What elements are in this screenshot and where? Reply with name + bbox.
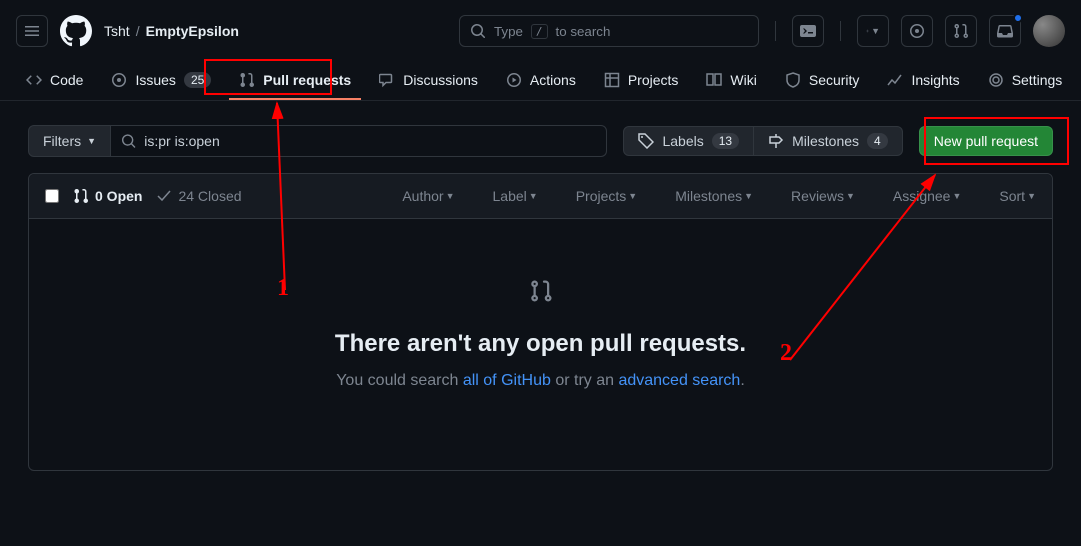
user-avatar[interactable] xyxy=(1033,15,1065,47)
check-icon xyxy=(156,188,172,204)
assignee-filter[interactable]: Assignee ▼ xyxy=(893,188,962,204)
notifications-button[interactable] xyxy=(989,15,1021,47)
git-pull-request-icon xyxy=(953,23,969,39)
breadcrumb-owner[interactable]: Tsht xyxy=(104,23,130,39)
label-filter[interactable]: Label ▼ xyxy=(493,188,538,204)
pr-search-wrap[interactable] xyxy=(111,125,607,157)
nav-code-label: Code xyxy=(50,72,83,88)
nav-issues[interactable]: Issues 25 xyxy=(101,62,221,100)
issues-count: 25 xyxy=(184,72,211,88)
advanced-search-link[interactable]: advanced search xyxy=(618,372,740,389)
nav-wiki-label: Wiki xyxy=(730,72,756,88)
closed-tab[interactable]: 24 Closed xyxy=(156,188,241,204)
divider xyxy=(840,21,841,41)
breadcrumb-separator: / xyxy=(136,23,140,39)
dot-circle-icon xyxy=(909,23,925,39)
nav-insights[interactable]: Insights xyxy=(877,62,969,100)
empty-title: There aren't any open pull requests. xyxy=(69,330,1012,358)
labels-label: Labels xyxy=(662,133,703,149)
global-search[interactable]: Type / to search xyxy=(459,15,759,47)
chevron-down-icon: ▼ xyxy=(87,136,96,146)
issues-global-button[interactable] xyxy=(901,15,933,47)
graph-icon xyxy=(887,72,903,88)
filters-button[interactable]: Filters ▼ xyxy=(28,125,111,157)
open-count-label: 0 Open xyxy=(95,188,142,204)
nav-actions[interactable]: Actions xyxy=(496,62,586,100)
milestones-count: 4 xyxy=(867,133,888,149)
milestones-label: Milestones xyxy=(792,133,859,149)
nav-projects[interactable]: Projects xyxy=(594,62,689,100)
empty-state: There aren't any open pull requests. You… xyxy=(29,219,1052,470)
pr-search-input[interactable] xyxy=(144,133,596,149)
all-github-link[interactable]: all of GitHub xyxy=(463,372,551,389)
pull-requests-global-button[interactable] xyxy=(945,15,977,47)
git-pull-request-icon xyxy=(239,72,255,88)
gear-icon xyxy=(988,72,1004,88)
open-tab[interactable]: 0 Open xyxy=(73,188,142,204)
search-prefix: Type xyxy=(494,24,523,39)
inbox-icon xyxy=(997,23,1013,39)
table-icon xyxy=(604,72,620,88)
milestone-icon xyxy=(768,133,784,149)
play-icon xyxy=(506,72,522,88)
github-icon xyxy=(60,15,92,47)
git-pull-request-icon xyxy=(73,188,89,204)
hamburger-icon xyxy=(24,23,40,39)
sort-filter[interactable]: Sort ▼ xyxy=(999,188,1036,204)
hamburger-menu-button[interactable] xyxy=(16,15,48,47)
breadcrumb: Tsht / EmptyEpsilon xyxy=(104,23,239,39)
nav-issues-label: Issues xyxy=(135,72,175,88)
nav-discussions-label: Discussions xyxy=(403,72,478,88)
nav-security[interactable]: Security xyxy=(775,62,870,100)
search-key: / xyxy=(531,24,548,39)
github-logo[interactable] xyxy=(60,15,92,47)
nav-security-label: Security xyxy=(809,72,860,88)
nav-discussions[interactable]: Discussions xyxy=(369,62,488,100)
nav-actions-label: Actions xyxy=(530,72,576,88)
select-all-checkbox[interactable] xyxy=(45,189,59,203)
chevron-down-icon: ▼ xyxy=(871,26,880,36)
plus-icon xyxy=(866,24,869,38)
filters-label: Filters xyxy=(43,133,81,149)
issue-icon xyxy=(111,72,127,88)
empty-subtitle: You could search all of GitHub or try an… xyxy=(69,372,1012,390)
milestones-button[interactable]: Milestones 4 xyxy=(754,126,903,156)
shield-icon xyxy=(785,72,801,88)
git-pull-request-icon xyxy=(529,279,553,310)
code-icon xyxy=(26,72,42,88)
command-icon xyxy=(800,23,816,39)
tag-icon xyxy=(638,133,654,149)
breadcrumb-repo[interactable]: EmptyEpsilon xyxy=(146,23,239,39)
milestones-filter[interactable]: Milestones ▼ xyxy=(675,188,753,204)
nav-pull-requests[interactable]: Pull requests xyxy=(229,62,361,100)
author-filter[interactable]: Author ▼ xyxy=(402,188,454,204)
search-suffix: to search xyxy=(556,24,611,39)
nav-settings-label: Settings xyxy=(1012,72,1063,88)
nav-wiki[interactable]: Wiki xyxy=(696,62,766,100)
nav-pulls-label: Pull requests xyxy=(263,72,351,88)
repo-nav: Code Issues 25 Pull requests Discussions… xyxy=(0,62,1081,101)
search-icon xyxy=(470,23,486,39)
nav-code[interactable]: Code xyxy=(16,62,93,100)
book-icon xyxy=(706,72,722,88)
projects-filter[interactable]: Projects ▼ xyxy=(576,188,638,204)
nav-insights-label: Insights xyxy=(911,72,959,88)
command-palette-button[interactable] xyxy=(792,15,824,47)
search-icon xyxy=(121,133,136,149)
notification-dot xyxy=(1013,13,1023,23)
create-new-button[interactable]: ▼ xyxy=(857,15,889,47)
nav-projects-label: Projects xyxy=(628,72,679,88)
divider xyxy=(775,21,776,41)
comment-icon xyxy=(379,72,395,88)
labels-count: 13 xyxy=(712,133,739,149)
closed-count-label: 24 Closed xyxy=(178,188,241,204)
labels-button[interactable]: Labels 13 xyxy=(623,126,754,156)
nav-settings[interactable]: Settings xyxy=(978,62,1073,100)
new-pull-request-button[interactable]: New pull request xyxy=(919,126,1053,156)
reviews-filter[interactable]: Reviews ▼ xyxy=(791,188,855,204)
